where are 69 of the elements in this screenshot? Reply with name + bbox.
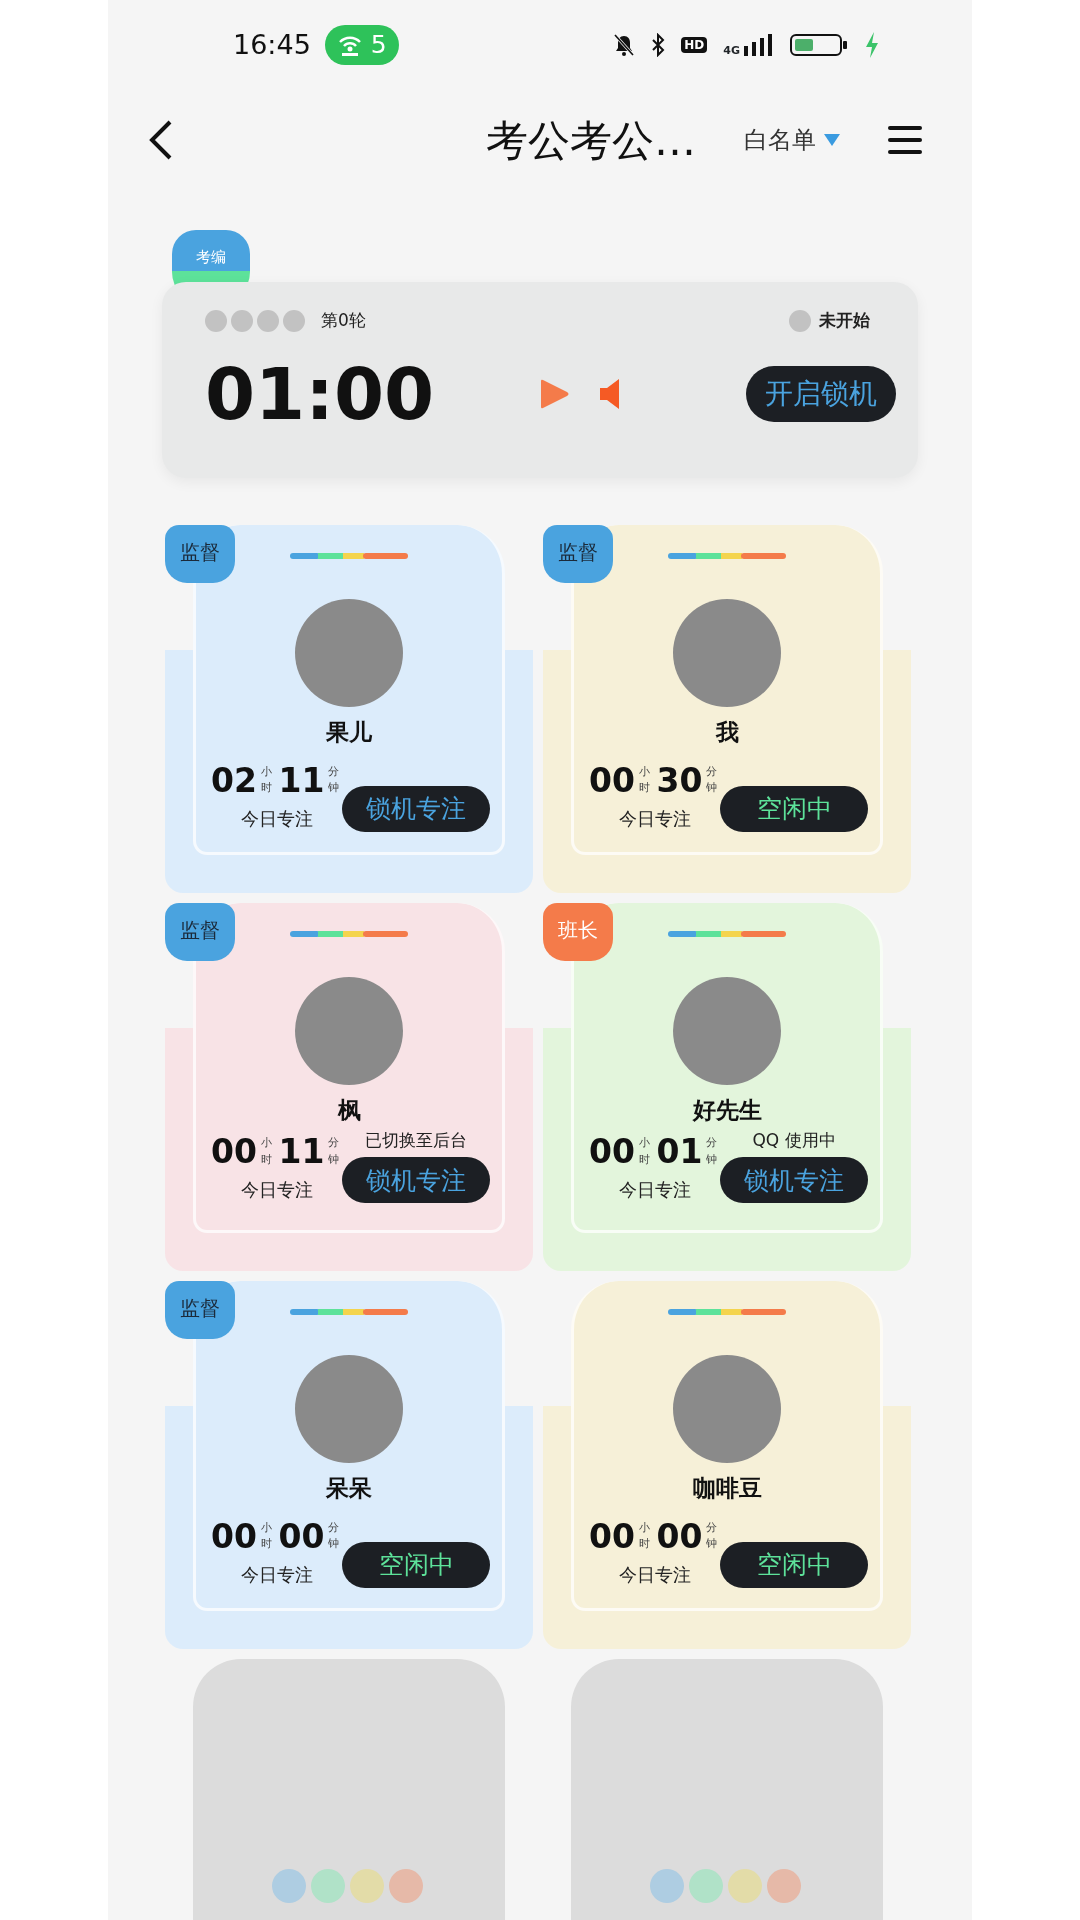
today-focus-label: 今日专注 bbox=[240, 1178, 313, 1202]
bell-muted-icon bbox=[613, 33, 636, 57]
status-button[interactable]: 空闲中 bbox=[342, 1541, 490, 1588]
role-tag: 监督 bbox=[165, 525, 235, 583]
hd-indicator: HD bbox=[681, 37, 708, 53]
focus-hours: 00 bbox=[589, 763, 635, 797]
member-name: 呆呆 bbox=[325, 1474, 373, 1503]
minutes-unit: 分钟 bbox=[328, 1135, 341, 1168]
member-name: 果儿 bbox=[325, 718, 373, 747]
focus-hours: 00 bbox=[589, 1135, 635, 1168]
countdown-time: 01:00 bbox=[205, 357, 435, 430]
focus-hours: 00 bbox=[211, 1135, 257, 1168]
caret-icon bbox=[824, 134, 840, 146]
minutes-unit: 分钟 bbox=[706, 1135, 719, 1168]
back-icon[interactable] bbox=[148, 119, 174, 161]
today-focus-label: 今日专注 bbox=[618, 1562, 691, 1587]
hours-unit: 小时 bbox=[260, 1519, 273, 1552]
focus-hours: 02 bbox=[211, 763, 257, 797]
minutes-unit: 分钟 bbox=[328, 1519, 341, 1552]
four-dots-icon bbox=[650, 1869, 804, 1903]
today-focus-label: 今日专注 bbox=[618, 806, 691, 831]
status-button[interactable]: 空闲中 bbox=[720, 1541, 868, 1588]
status-button[interactable]: 锁机专注 bbox=[342, 1157, 490, 1203]
hours-unit: 小时 bbox=[260, 763, 273, 796]
four-dots-icon bbox=[272, 1869, 426, 1903]
minutes-unit: 分钟 bbox=[706, 1519, 719, 1552]
hours-unit: 小时 bbox=[638, 1519, 651, 1552]
hours-unit: 小时 bbox=[260, 1135, 273, 1168]
member-name: 好先生 bbox=[691, 1096, 763, 1125]
hours-unit: 小时 bbox=[638, 763, 651, 796]
start-lock-button[interactable]: 开启锁机 bbox=[746, 365, 896, 422]
focus-minutes: 00 bbox=[278, 1519, 325, 1553]
member-name: 枫 bbox=[336, 1096, 362, 1125]
focus-minutes: 11 bbox=[278, 763, 325, 797]
activity-note: QQ 使用中 bbox=[752, 1128, 836, 1152]
clock-time: 16:45 bbox=[233, 27, 311, 62]
today-focus-label: 今日专注 bbox=[240, 806, 313, 831]
focus-minutes: 01 bbox=[656, 1135, 703, 1168]
status-button[interactable]: 锁机专注 bbox=[342, 785, 490, 832]
network-type: 4G bbox=[723, 45, 740, 56]
minutes-unit: 分钟 bbox=[328, 763, 341, 796]
status-button[interactable]: 锁机专注 bbox=[720, 1157, 868, 1203]
round-label: 第0轮 bbox=[321, 309, 366, 332]
focus-hours: 00 bbox=[211, 1519, 257, 1553]
status-button[interactable]: 空闲中 bbox=[720, 785, 868, 832]
today-focus-label: 今日专注 bbox=[618, 1178, 691, 1202]
whitelist-dropdown[interactable]: 白名单 bbox=[744, 122, 840, 158]
timer-status: 未开始 bbox=[819, 309, 870, 332]
activity-note: 已切换至后台 bbox=[365, 1128, 467, 1152]
member-name: 咖啡豆 bbox=[691, 1474, 763, 1503]
role-tag: 监督 bbox=[543, 525, 613, 583]
focus-minutes: 11 bbox=[278, 1135, 325, 1168]
focus-minutes: 30 bbox=[656, 763, 703, 797]
signal-icon bbox=[744, 34, 774, 56]
role-tag: 班长 bbox=[543, 903, 613, 961]
menu-icon[interactable] bbox=[888, 126, 922, 154]
member-name: 我 bbox=[714, 718, 740, 747]
focus-minutes: 00 bbox=[656, 1519, 703, 1553]
role-tag: 监督 bbox=[165, 903, 235, 961]
battery-icon bbox=[790, 33, 848, 57]
bluetooth-icon bbox=[651, 33, 666, 57]
page-title: 考公考公… bbox=[486, 114, 696, 167]
hours-unit: 小时 bbox=[638, 1135, 651, 1168]
focus-hours: 00 bbox=[589, 1519, 635, 1553]
charging-bolt-icon bbox=[864, 32, 880, 58]
minutes-unit: 分钟 bbox=[706, 763, 719, 796]
hotspot-count: 5 bbox=[370, 29, 387, 62]
today-focus-label: 今日专注 bbox=[240, 1562, 313, 1587]
role-tag: 监督 bbox=[165, 1281, 235, 1339]
